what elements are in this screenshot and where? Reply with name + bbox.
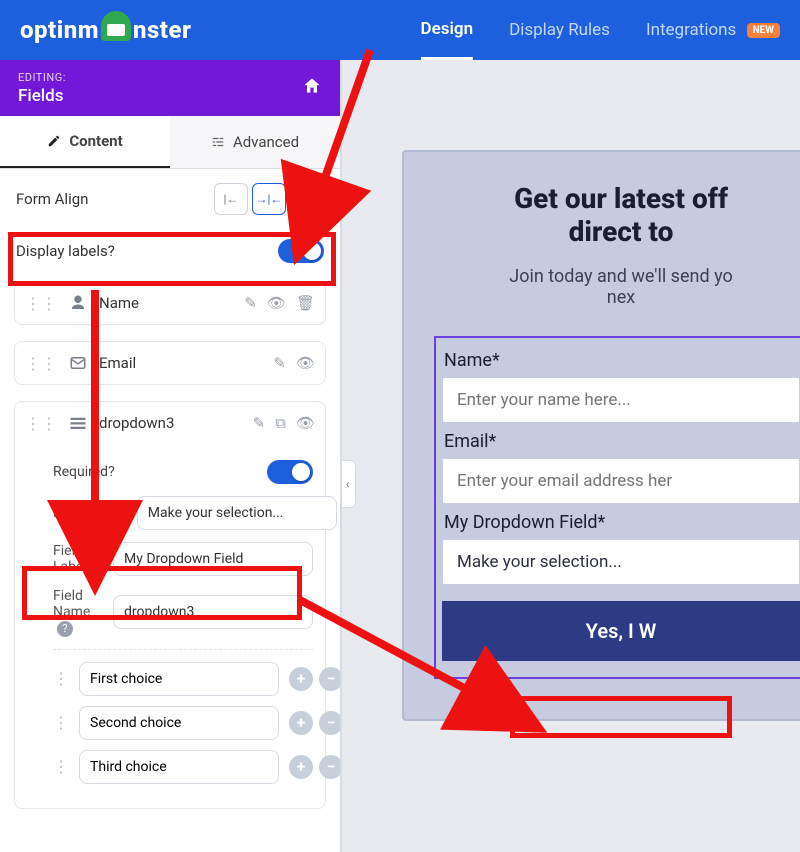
preview-form[interactable]: Name* Email* My Dropdown Field* Make you… bbox=[434, 336, 800, 679]
editing-title: Fields bbox=[18, 86, 66, 106]
copy-icon[interactable]: ⧉ bbox=[275, 414, 286, 432]
display-labels-row: Display labels? bbox=[0, 229, 340, 273]
display-labels-label: Display labels? bbox=[16, 242, 115, 260]
nav-display-rules[interactable]: Display Rules bbox=[509, 2, 610, 58]
preview-card: Get our latest offdirect to Join today a… bbox=[402, 150, 800, 721]
editing-sub: EDITING: bbox=[18, 71, 66, 84]
person-icon bbox=[67, 292, 89, 314]
editing-banner: EDITING: Fields bbox=[0, 60, 340, 116]
preview-email-label: Email* bbox=[444, 431, 798, 452]
mail-icon bbox=[67, 352, 89, 374]
drag-handle-icon[interactable]: ⋮ bbox=[53, 713, 69, 732]
eye-icon[interactable]: 👁 bbox=[267, 294, 286, 312]
nav-integrations-label: Integrations bbox=[646, 20, 736, 40]
field-item-email[interactable]: ⋮⋮ Email ✎ 👁 bbox=[14, 341, 326, 385]
align-center-button[interactable]: →|← bbox=[252, 183, 286, 215]
choice-input-1[interactable] bbox=[79, 662, 279, 696]
tab-content-label: Content bbox=[69, 132, 122, 150]
preview-name-label: Name* bbox=[444, 350, 798, 371]
preview-email-input[interactable] bbox=[442, 458, 800, 504]
nav-design[interactable]: Design bbox=[421, 1, 474, 60]
eye-icon[interactable]: 👁 bbox=[296, 414, 315, 432]
edit-icon[interactable]: ✎ bbox=[273, 354, 286, 372]
home-icon[interactable] bbox=[302, 76, 322, 101]
drag-handle-icon[interactable]: ⋮⋮ bbox=[25, 294, 57, 313]
field-item-dropdown3: ⋮⋮ dropdown3 ✎ ⧉ 👁 Required? Placeholder bbox=[14, 401, 326, 809]
logo-text-pre: optinm bbox=[20, 16, 99, 44]
add-choice-button[interactable]: + bbox=[289, 755, 313, 779]
top-nav: Design Display Rules Integrations NEW bbox=[421, 1, 780, 60]
drag-handle-icon[interactable]: ⋮⋮ bbox=[25, 414, 57, 433]
pencil-icon bbox=[47, 134, 61, 148]
tab-advanced-label: Advanced bbox=[233, 133, 299, 151]
add-choice-button[interactable]: + bbox=[289, 667, 313, 691]
required-toggle[interactable] bbox=[267, 460, 313, 484]
tab-content[interactable]: Content bbox=[0, 116, 170, 168]
field-title-name: Name bbox=[99, 294, 234, 312]
side-tabs: Content Advanced bbox=[0, 116, 340, 169]
canvas: ‹ Get our latest offdirect to Join today… bbox=[340, 60, 800, 852]
field-title-dropdown3: dropdown3 bbox=[99, 414, 243, 432]
drag-handle-icon[interactable]: ⋮ bbox=[53, 669, 69, 688]
edit-icon[interactable]: ✎ bbox=[253, 414, 266, 432]
nav-integrations[interactable]: Integrations NEW bbox=[646, 2, 780, 58]
logo-text-post: nster bbox=[133, 16, 191, 44]
choice-input-2[interactable] bbox=[79, 706, 279, 740]
list-icon bbox=[67, 412, 89, 434]
brand-logo: optinm nster bbox=[20, 15, 191, 45]
choice-row: ⋮ +− bbox=[53, 662, 313, 696]
placeholder-label: Placeholder bbox=[53, 505, 127, 521]
drag-handle-icon[interactable]: ⋮⋮ bbox=[25, 354, 57, 373]
placeholder-input[interactable] bbox=[137, 496, 337, 530]
new-badge: NEW bbox=[747, 23, 780, 38]
edit-icon[interactable]: ✎ bbox=[244, 294, 257, 312]
choice-input-3[interactable] bbox=[79, 750, 279, 784]
required-label: Required? bbox=[53, 464, 115, 480]
preview-heading: Get our latest offdirect to bbox=[434, 182, 800, 248]
field-label-label: Field Label bbox=[53, 543, 103, 575]
display-labels-toggle[interactable] bbox=[278, 239, 324, 263]
field-name-input[interactable] bbox=[113, 595, 313, 629]
sidebar: EDITING: Fields Content Advanced Form Al… bbox=[0, 60, 340, 852]
preview-cta-button[interactable]: Yes, I W bbox=[442, 601, 800, 661]
preview-name-input[interactable] bbox=[442, 377, 800, 423]
collapse-sidebar-button[interactable]: ‹ bbox=[340, 460, 356, 508]
eye-icon[interactable]: 👁 bbox=[296, 354, 315, 372]
add-choice-button[interactable]: + bbox=[289, 711, 313, 735]
field-name-label: Field Name? bbox=[53, 588, 103, 637]
app-header: optinm nster Design Display Rules Integr… bbox=[0, 0, 800, 60]
form-align-row: Form Align |← →|← →| bbox=[0, 169, 340, 229]
preview-dropdown-label: My Dropdown Field* bbox=[444, 512, 798, 533]
choice-row: ⋮ +− bbox=[53, 706, 313, 740]
preview-dropdown[interactable]: Make your selection... bbox=[442, 539, 800, 585]
field-title-email: Email bbox=[99, 354, 263, 372]
drag-handle-icon[interactable]: ⋮ bbox=[53, 757, 69, 776]
sliders-icon bbox=[211, 135, 225, 149]
preview-subtext: Join today and we'll send yonex bbox=[434, 266, 800, 308]
align-right-button[interactable]: →| bbox=[290, 183, 324, 215]
tab-advanced[interactable]: Advanced bbox=[170, 116, 340, 168]
align-left-button[interactable]: |← bbox=[214, 183, 248, 215]
field-label-input[interactable] bbox=[113, 542, 313, 576]
field-item-name[interactable]: ⋮⋮ Name ✎ 👁 🗑 bbox=[14, 281, 326, 325]
trash-icon[interactable]: 🗑 bbox=[296, 294, 315, 312]
form-align-label: Form Align bbox=[16, 190, 88, 208]
choice-row: ⋮ +− bbox=[53, 750, 313, 784]
help-icon[interactable]: ? bbox=[57, 621, 73, 637]
mascot-icon bbox=[101, 11, 131, 41]
